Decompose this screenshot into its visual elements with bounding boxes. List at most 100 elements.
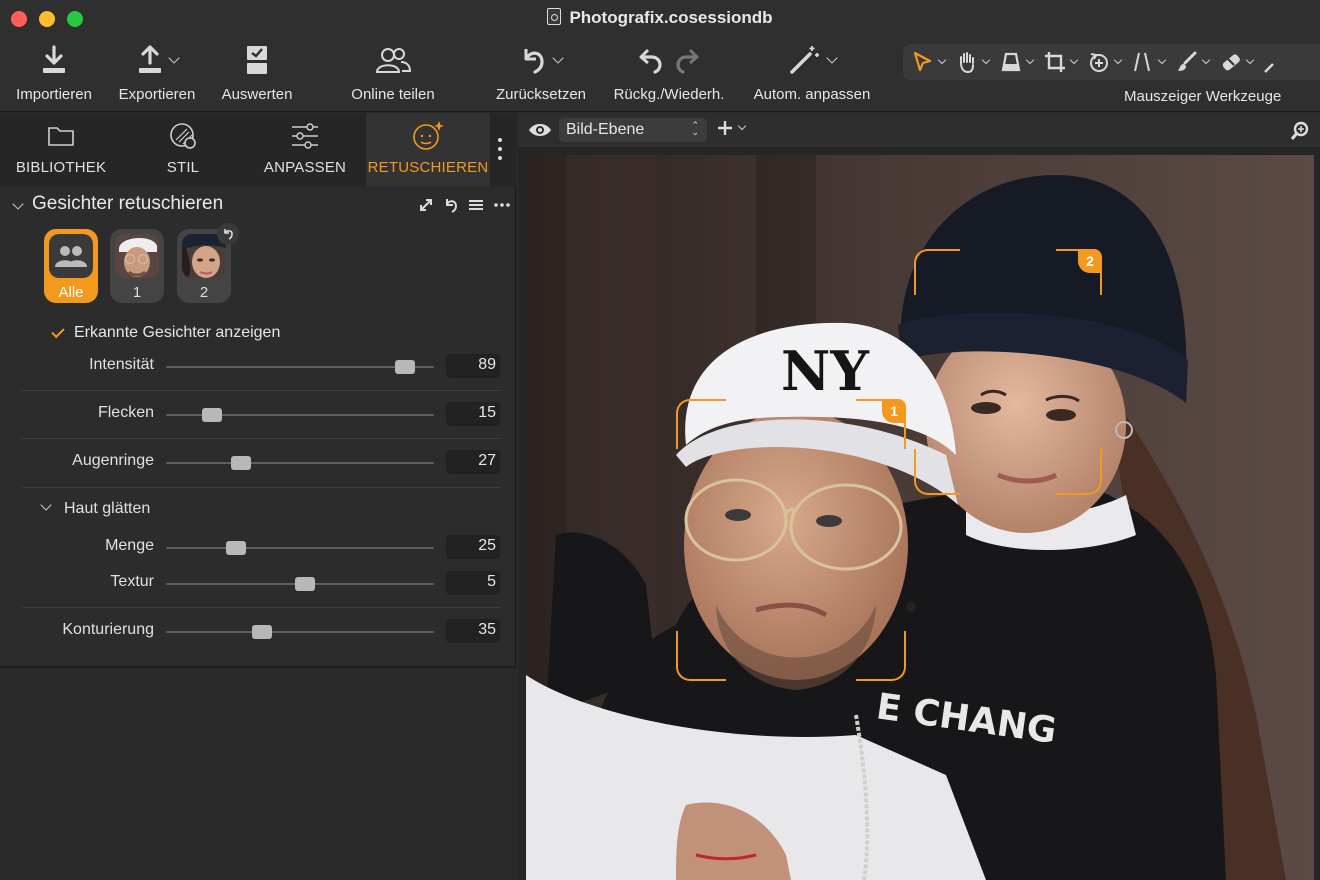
left-panel: BIBLIOTHEK STIL ANPASSEN RETUSCHIEREN Ge… [0, 113, 516, 880]
eye-icon[interactable] [528, 122, 552, 138]
list-menu-icon[interactable] [468, 197, 484, 213]
tool-tabs: BIBLIOTHEK STIL ANPASSEN RETUSCHIEREN [0, 113, 516, 187]
face-marker-1[interactable]: 1 [676, 399, 906, 681]
tool-crop[interactable] [1043, 48, 1079, 76]
straighten-icon [1134, 52, 1150, 72]
slider-thumb[interactable] [201, 408, 222, 422]
undo-redo-button[interactable]: Rückg./Wiederh. [607, 40, 731, 108]
face-2-reset-badge[interactable] [217, 223, 239, 245]
keystone-icon [1001, 52, 1021, 72]
tool-more[interactable] [1263, 48, 1275, 76]
add-layer-button[interactable] [716, 119, 747, 137]
tool-rotate[interactable] [1087, 48, 1123, 76]
collapse-chevron-icon[interactable] [12, 198, 24, 210]
tool-eraser[interactable] [1219, 48, 1255, 76]
slider-value-field[interactable]: 5 [446, 571, 500, 595]
evaluate-button[interactable]: Auswerten [216, 40, 298, 108]
sliders-icon [292, 123, 318, 149]
slider-label: Flecken [97, 404, 154, 421]
slider-thumb[interactable] [252, 625, 273, 639]
skin-smoothing-title: Haut glätten [64, 500, 151, 517]
import-button[interactable]: Importieren [10, 40, 98, 108]
share-online-label: Online teilen [351, 86, 435, 103]
slider-value-field[interactable]: 27 [446, 450, 500, 474]
reset-button[interactable]: Zurücksetzen [490, 40, 592, 108]
skin-smoothing-header[interactable]: Haut glätten [0, 497, 516, 521]
reset-arrow-icon [490, 40, 592, 80]
tool-select[interactable] [911, 48, 947, 76]
slider-thumb[interactable] [225, 541, 246, 555]
slider-thumb[interactable] [295, 577, 316, 591]
slider-thumb[interactable] [394, 360, 415, 374]
contouring-slider[interactable] [166, 625, 434, 639]
face-1-button[interactable]: 1 [110, 229, 164, 303]
tool-pan[interactable] [955, 48, 991, 76]
amount-slider[interactable] [166, 541, 434, 555]
show-faces-checkbox[interactable]: Erkannte Gesichter anzeigen [48, 321, 280, 345]
slider-row-menge: Menge 25 [0, 533, 516, 563]
photo-canvas[interactable]: NY E CHANG 1 2 [526, 155, 1314, 880]
export-button[interactable]: Exportieren [113, 40, 201, 108]
auto-adjust-chevron-icon [826, 51, 838, 64]
face-all-button[interactable]: Alle [44, 229, 98, 303]
brush-icon [1178, 51, 1197, 71]
tab-retuschieren-label: RETUSCHIEREN [367, 159, 489, 176]
checklist-icon [216, 40, 298, 80]
tool-keystone[interactable] [999, 48, 1035, 76]
blemish-slider[interactable] [166, 408, 434, 422]
slider-row-flecken: Flecken 15 [0, 400, 516, 430]
evaluate-label: Auswerten [221, 86, 293, 103]
import-label: Importieren [16, 86, 92, 103]
tab-stil-label: STIL [166, 159, 200, 176]
face-1-label: 1 [132, 284, 142, 301]
slider-row-intensitaet: Intensität 89 [0, 352, 516, 382]
layer-select[interactable]: Bild-Ebene ⌃ ⌄ [559, 118, 707, 142]
face-2-button[interactable]: 2 [177, 223, 239, 303]
undo-icon[interactable] [638, 46, 664, 74]
section-header[interactable]: Gesichter retuschieren [0, 191, 516, 221]
slider-value-field[interactable]: 89 [446, 354, 500, 378]
cursor-tools-label: Mauszeiger Werkzeuge [1124, 88, 1282, 105]
share-online-button[interactable]: Online teilen [343, 40, 443, 108]
slider-row-textur: Textur 5 [0, 569, 516, 599]
tab-bibliothek[interactable]: BIBLIOTHEK [0, 113, 122, 187]
face-marker-2-badge: 2 [1078, 249, 1102, 273]
viewer-toolbar: Bild-Ebene ⌃ ⌄ [518, 113, 1320, 147]
more-tabs-icon[interactable] [497, 135, 503, 165]
tab-stil[interactable]: STIL [122, 113, 244, 187]
slider-row-augenringe: Augenringe 27 [0, 448, 516, 478]
more-options-icon[interactable] [493, 197, 511, 213]
download-icon [10, 40, 98, 80]
rotate-icon [1090, 53, 1108, 72]
face-1-thumbnail [115, 234, 159, 278]
tool-brush[interactable] [1175, 48, 1211, 76]
slider-value-field[interactable]: 35 [446, 619, 500, 643]
expand-icon[interactable] [418, 197, 434, 213]
reset-section-icon[interactable] [443, 197, 459, 213]
auto-adjust-button[interactable]: Autom. anpassen [748, 40, 876, 108]
intensity-slider[interactable] [166, 360, 434, 374]
redo-icon[interactable] [674, 46, 700, 74]
window-title: Photografix.cosessiondb [0, 8, 1320, 28]
slider-value-field[interactable]: 25 [446, 535, 500, 559]
auto-adjust-label: Autom. anpassen [753, 86, 871, 103]
tool-more-icon [1264, 63, 1274, 73]
tab-anpassen[interactable]: ANPASSEN [244, 113, 366, 187]
slider-thumb[interactable] [231, 456, 252, 470]
plus-icon [718, 121, 732, 135]
face-2-label: 2 [199, 284, 209, 301]
tool-straighten[interactable] [1131, 48, 1167, 76]
texture-slider[interactable] [166, 577, 434, 591]
slider-value-field[interactable]: 15 [446, 402, 500, 426]
slider-label: Konturierung [62, 621, 154, 638]
panel-empty-area [0, 666, 516, 880]
zoom-icon[interactable] [1290, 121, 1310, 141]
eraser-icon [1222, 54, 1240, 71]
divider [22, 487, 500, 488]
tab-retuschieren[interactable]: RETUSCHIEREN [366, 113, 490, 187]
document-icon [547, 8, 562, 25]
collapse-chevron-icon[interactable] [40, 499, 52, 511]
face-marker-2[interactable]: 2 [914, 249, 1102, 495]
face-marker-1-badge: 1 [882, 399, 906, 423]
eye-circles-slider[interactable] [166, 456, 434, 470]
